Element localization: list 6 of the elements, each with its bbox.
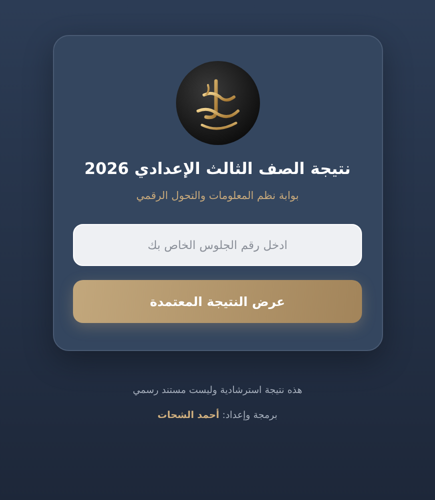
disclaimer-text: هذه نتيجة استرشادية وليست مستند رسمي <box>132 385 302 396</box>
seat-number-field[interactable]: ادخل رقم الجلوس الخاص بك <box>73 224 362 266</box>
subtitle: بوابة نظم المعلومات والتحول الرقمي <box>136 190 299 202</box>
page-title: نتيجة الصف الثالث الإعدادي 2026 <box>84 159 351 178</box>
show-result-button[interactable]: عرض النتيجة المعتمدة <box>73 280 362 323</box>
credits-text: برمجة وإعداد: أحمد الشحات <box>158 410 278 421</box>
